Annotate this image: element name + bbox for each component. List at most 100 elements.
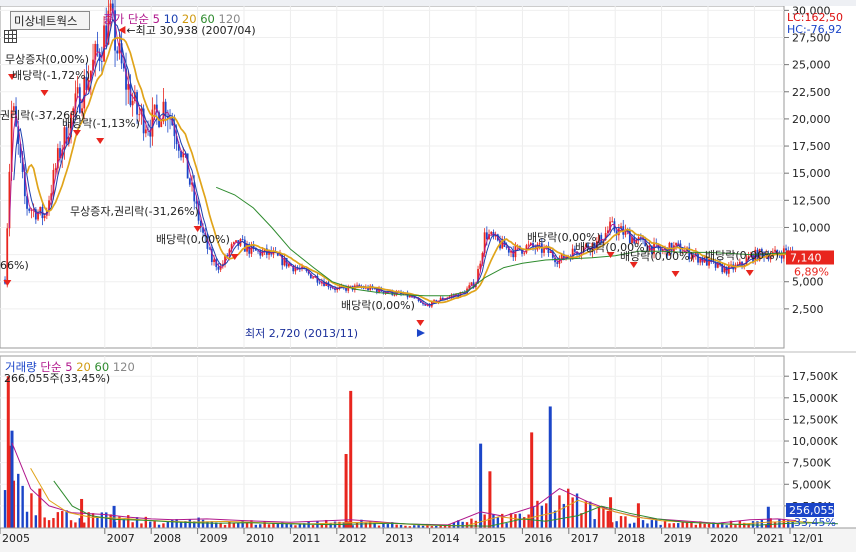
volume-spike-bar: [6, 376, 10, 528]
event-annotation: 무상증자,권리락(-31,26%): [70, 205, 199, 218]
volume-spike-bar: [609, 497, 613, 528]
volume-bar: [25, 511, 29, 528]
volume-bar: [527, 514, 530, 528]
volume-y-tick-label: 17,500K: [792, 370, 838, 383]
candle-body: [287, 263, 290, 267]
volume-bar: [545, 503, 548, 528]
price-ma-legend[interactable]: 종가 단순 5 10 20 60 120: [103, 11, 240, 27]
volume-bar: [558, 495, 561, 528]
vol-ma20-period: 20: [76, 360, 91, 374]
candle-body: [505, 246, 508, 248]
event-annotation: 66%): [0, 259, 29, 272]
volume-bar: [157, 524, 161, 528]
event-annotation: 배당락(-1,72%): [12, 69, 90, 82]
volume-bar: [47, 520, 51, 528]
volume-bar: [91, 513, 95, 528]
stock-name-box[interactable]: 미상네트웍스: [10, 11, 90, 30]
volume-bar: [96, 516, 99, 528]
volume-bar: [408, 526, 412, 528]
price-y-tick-label: 2,500: [792, 303, 824, 316]
volume-bar: [377, 525, 381, 528]
candle-body: [116, 50, 119, 54]
volume-bar: [567, 488, 570, 528]
volume-bar: [540, 505, 544, 528]
volume-bar: [65, 510, 68, 528]
volume-bar: [61, 511, 64, 528]
volume-bar: [30, 493, 33, 528]
volume-bar: [694, 524, 698, 528]
candle-body: [6, 228, 9, 284]
candle-body: [76, 87, 79, 94]
current-volume-pct: 33,45%: [794, 516, 836, 529]
volume-spike-bar: [479, 443, 483, 528]
volume-bar: [655, 520, 658, 528]
candle-body: [188, 178, 191, 185]
candle-body: [160, 121, 163, 128]
volume-spike-bar: [344, 454, 348, 528]
x-tick-label: 2008: [153, 532, 181, 545]
volume-bar: [496, 517, 500, 528]
volume-bar: [589, 501, 592, 528]
ma-label: 종가 단순: [103, 12, 149, 26]
volume-bar: [756, 521, 759, 528]
grid-table-icon[interactable]: [4, 30, 17, 43]
candle-body: [611, 221, 614, 223]
volume-bar: [602, 506, 605, 528]
volume-bar: [43, 517, 46, 528]
volume-bar: [751, 521, 755, 528]
candle-body: [329, 287, 332, 288]
event-annotation: 배당락(0,00%): [341, 299, 415, 312]
volume-bar: [386, 524, 390, 528]
volume-bar: [109, 514, 112, 528]
volume-bar: [716, 523, 720, 528]
event-annotation: 배당락(0,00%): [620, 250, 694, 263]
volume-bar: [311, 525, 315, 528]
volume-bar: [135, 517, 139, 528]
volume-title: 거래량: [5, 360, 37, 374]
volume-bar: [703, 523, 706, 528]
volume-bar: [725, 525, 728, 528]
top-strip: [0, 0, 856, 6]
x-tick-label: 2013: [385, 532, 413, 545]
x-tick-label: 2019: [664, 532, 692, 545]
volume-bar: [650, 520, 654, 528]
volume-bar: [672, 523, 676, 528]
stock-name: 미상네트웍스: [14, 14, 78, 28]
candle-body: [523, 252, 526, 254]
volume-bar: [179, 522, 183, 528]
volume-bar: [465, 522, 469, 528]
volume-bar: [646, 523, 649, 528]
volume-bar: [294, 525, 297, 528]
volume-bar: [395, 524, 398, 528]
volume-bar: [615, 521, 618, 528]
volume-bar: [17, 473, 20, 528]
candle-body: [96, 43, 99, 53]
volume-bar: [641, 520, 645, 528]
candle-body: [393, 294, 396, 296]
chart-canvas[interactable]: 2005 2007 2008 2009 2010 2011 2012 2013 2014 2015…: [0, 0, 856, 552]
volume-bar: [166, 521, 170, 528]
volume-bar: [707, 523, 711, 528]
volume-bar: [175, 519, 178, 528]
volume-bar: [232, 522, 236, 528]
low-annotation: 최저 2,720 (2013/11): [245, 327, 358, 340]
x-tick-label: 2005: [2, 532, 30, 545]
candle-body: [527, 244, 530, 246]
event-annotation: 배당락(0,00%): [705, 249, 779, 262]
x-tick-label: 2020: [710, 532, 738, 545]
candle-body: [243, 239, 246, 252]
price-y-tick-label: 20,000: [792, 113, 831, 126]
candle-body: [556, 262, 559, 264]
hc-label: HC:-76,92: [787, 23, 843, 36]
volume-bar: [413, 525, 416, 528]
volume-bar: [619, 516, 623, 528]
event-annotation: 무상증자(0,00%): [5, 53, 89, 66]
candle-body: [241, 239, 244, 240]
stock-chart-window: { "header": { "stock_name": "미상네트웍스", "m…: [0, 0, 856, 552]
volume-y-tick-label: 7,500K: [792, 457, 831, 470]
candle-body: [716, 262, 719, 268]
candle-body: [675, 242, 677, 246]
volume-bar: [584, 501, 588, 528]
volume-legend[interactable]: 거래량 단순 5 20 60 120: [5, 359, 135, 375]
volume-bar: [355, 522, 359, 528]
